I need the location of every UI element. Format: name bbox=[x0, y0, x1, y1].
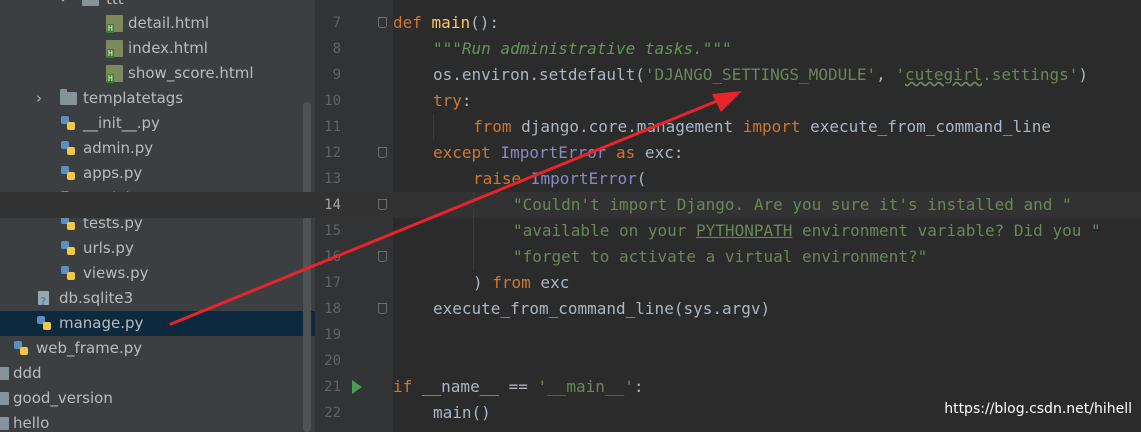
watermark-text: https://blog.csdn.net/hihell bbox=[944, 401, 1132, 417]
annotation-arrow bbox=[169, 91, 742, 326]
